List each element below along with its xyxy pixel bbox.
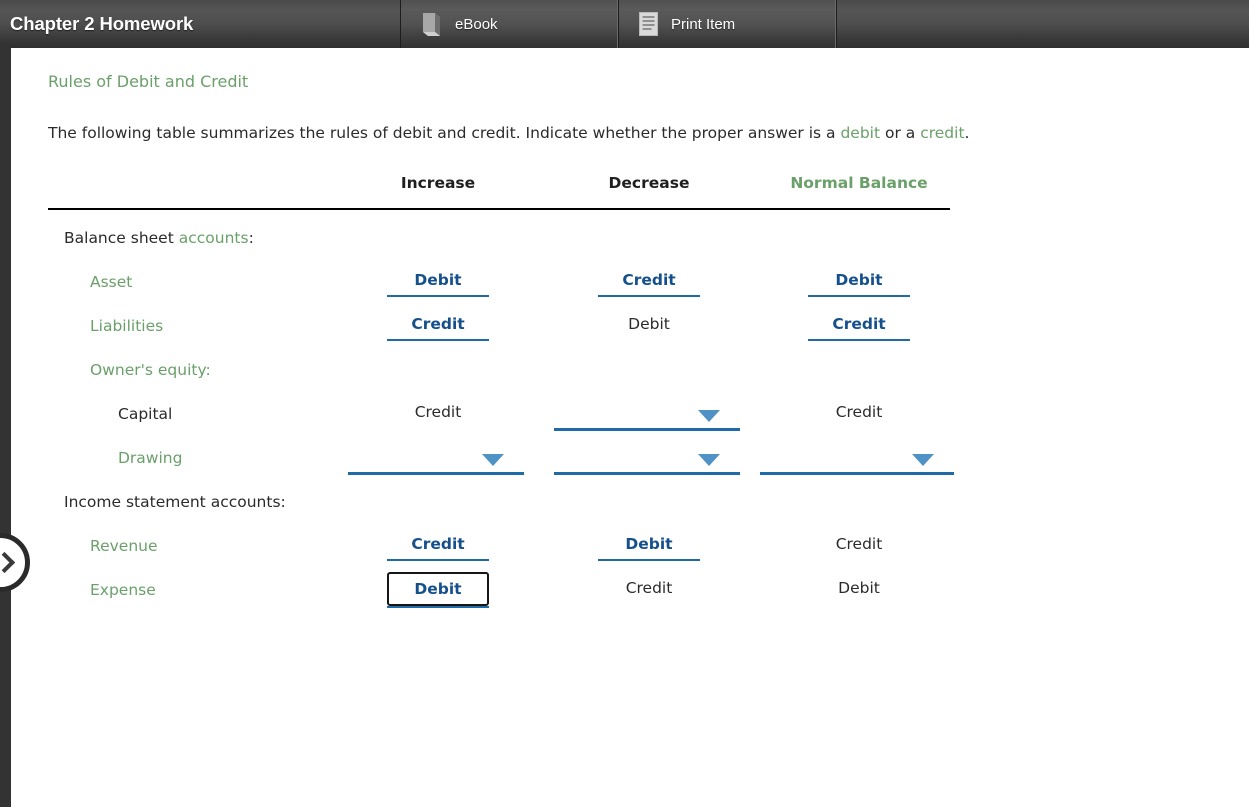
table-row: Revenue Credit Debit Credit (48, 526, 968, 570)
row-label-income-statement-accounts: Income statement accounts: (64, 493, 286, 511)
cell-value: Debit (835, 271, 883, 289)
answer-dropdown[interactable] (554, 394, 744, 438)
row-label-asset: Asset (90, 273, 133, 291)
cell-value: Debit (628, 315, 670, 333)
chevron-right-icon (0, 551, 15, 574)
table-header-normal-balance: Normal Balance (790, 174, 928, 192)
dropdown-underline (554, 428, 740, 431)
cell-value: Debit (838, 579, 880, 597)
cell-value: Credit (411, 315, 465, 333)
table-row: Liabilities Credit Debit Credit (48, 306, 968, 350)
chevron-down-icon[interactable] (482, 454, 504, 466)
table-row: Balance sheet accounts: (48, 218, 968, 262)
dropdown-underline (348, 472, 524, 475)
cell-value: Credit (411, 535, 465, 553)
dropdown-underline (760, 472, 954, 475)
table-row: Drawing (48, 438, 968, 482)
table-body: Balance sheet accounts: Asset Debit Credit D… (48, 218, 968, 614)
row-label-balance-sheet-accounts: Balance sheet accounts: (64, 229, 254, 247)
field-underline (387, 606, 489, 608)
table-row: Income statement accounts: (48, 482, 968, 526)
answer-static-value: Debit (760, 570, 958, 614)
answer-dropdown[interactable]: Debit (554, 526, 744, 570)
field-underline (808, 339, 910, 341)
ebook-button[interactable]: eBook (400, 0, 618, 48)
answer-dropdown[interactable] (348, 438, 528, 482)
cell-value: Credit (625, 579, 673, 597)
answer-dropdown[interactable]: Credit (760, 306, 958, 350)
chevron-down-icon[interactable] (912, 454, 934, 466)
row-label-expense: Expense (90, 581, 156, 599)
top-bar: Chapter 2 Homework eBook Print Item (0, 0, 1249, 48)
table-row: Capital Credit Credit (48, 394, 968, 438)
row-label-revenue: Revenue (90, 537, 158, 555)
instruction-segment-1: The following table summarizes the rules… (48, 124, 841, 142)
row-label-keyword: accounts (178, 229, 249, 247)
print-item-label: Print Item (671, 15, 736, 33)
answer-dropdown[interactable]: Debit (348, 570, 528, 614)
field-underline (387, 559, 489, 561)
table-header-rule (48, 208, 950, 210)
row-label-capital: Capital (118, 405, 173, 423)
field-underline (808, 295, 910, 297)
document-icon (639, 12, 658, 36)
ebook-label: eBook (455, 15, 498, 33)
page-title: Rules of Debit and Credit (48, 72, 249, 91)
book-icon (421, 12, 442, 37)
table-row: Asset Debit Credit Debit (48, 262, 968, 306)
instruction-segment-2: or a (880, 124, 921, 142)
answer-static-value: Credit (760, 394, 958, 438)
assignment-title: Chapter 2 Homework (10, 13, 194, 34)
rules-table: Increase Decrease Normal Balance Balance s… (48, 166, 968, 608)
cell-value: Credit (832, 315, 886, 333)
answer-dropdown[interactable] (760, 438, 958, 482)
row-label-owner-s-equity: Owner's equity: (90, 361, 211, 379)
table-row: Owner's equity: (48, 350, 968, 394)
table-header-decrease: Decrease (608, 174, 690, 192)
table-header-row: Increase Decrease Normal Balance (48, 166, 968, 206)
app-root: Chapter 2 Homework eBook Print Item Rule… (0, 0, 1249, 807)
row-label-drawing: Drawing (118, 449, 183, 467)
cell-value: Debit (625, 535, 673, 553)
chevron-down-icon[interactable] (698, 410, 720, 422)
answer-dropdown[interactable]: Credit (348, 306, 528, 350)
table-row: Expense Debit Credit Debit (48, 570, 968, 614)
cell-value: Debit (414, 580, 462, 598)
field-underline (598, 295, 700, 297)
keyword-credit: credit (920, 124, 965, 142)
row-label-prefix: Balance sheet (64, 229, 179, 247)
cell-value: Credit (414, 403, 462, 421)
top-bar-filler (836, 0, 1249, 48)
answer-static-value: Credit (760, 526, 958, 570)
answer-static-value: Debit (554, 306, 744, 350)
answer-dropdown[interactable] (554, 438, 744, 482)
answer-dropdown[interactable]: Debit (760, 262, 958, 306)
instruction-text: The following table summarizes the rules… (48, 124, 969, 142)
keyword-debit: debit (840, 124, 881, 142)
chevron-down-icon[interactable] (698, 454, 720, 466)
row-label-suffix: : (248, 229, 254, 247)
dropdown-underline (554, 472, 740, 475)
field-underline (387, 339, 489, 341)
answer-dropdown[interactable]: Debit (348, 262, 528, 306)
cell-value: Credit (835, 403, 883, 421)
answer-static-value: Credit (554, 570, 744, 614)
cell-value: Credit (835, 535, 883, 553)
row-label-liabilities: Liabilities (90, 317, 164, 335)
print-item-button[interactable]: Print Item (618, 0, 836, 48)
table-header-increase: Increase (400, 174, 476, 192)
field-underline (387, 295, 489, 297)
cell-value: Credit (622, 271, 676, 289)
answer-dropdown[interactable]: Credit (554, 262, 744, 306)
cell-value: Debit (414, 271, 462, 289)
answer-static-value: Credit (348, 394, 528, 438)
question-content: Rules of Debit and Credit The following … (11, 48, 1249, 807)
instruction-segment-3: . (964, 124, 970, 142)
left-rail (0, 44, 30, 807)
answer-dropdown[interactable]: Credit (348, 526, 528, 570)
field-underline (598, 559, 700, 561)
